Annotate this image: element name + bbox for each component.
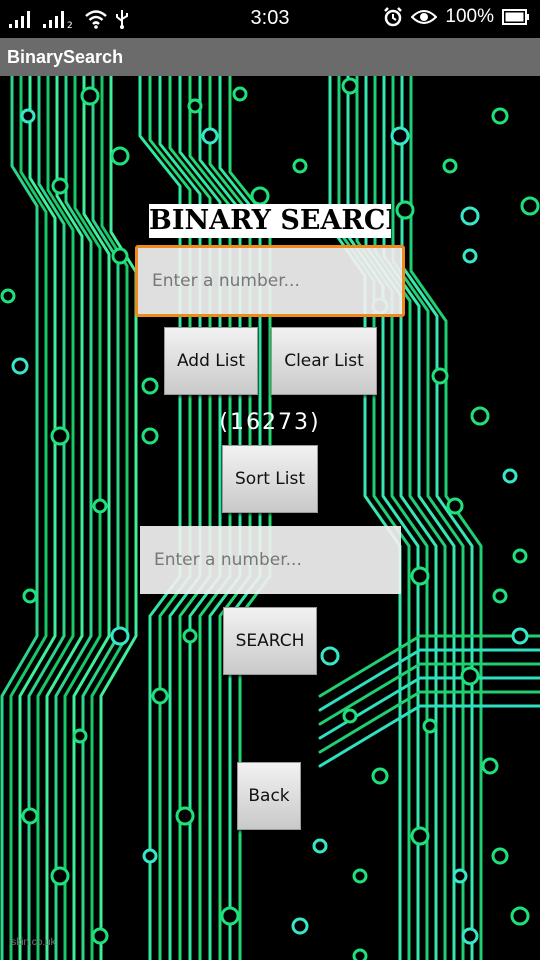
circuit-pad <box>431 367 449 385</box>
circuit-pad <box>250 186 270 206</box>
app-title: BinarySearch <box>7 47 124 67</box>
circuit-pad <box>111 247 129 265</box>
circuit-pad <box>461 927 479 945</box>
circuit-trace <box>318 648 540 712</box>
circuit-pad <box>481 757 499 775</box>
circuit-pad <box>390 126 410 146</box>
status-bar: 2 3:03 100% <box>0 0 540 38</box>
eye-icon <box>411 10 438 24</box>
circuit-trace <box>318 634 540 698</box>
circuit-pad <box>442 158 458 174</box>
circuit-pad <box>291 917 309 935</box>
circuit-pad <box>422 718 438 734</box>
alarm-icon <box>384 7 403 27</box>
circuit-pad <box>460 206 480 226</box>
circuit-pad <box>410 826 430 846</box>
image-credit: iskin.co.uk <box>9 937 56 948</box>
list-display: (16273) <box>219 410 321 435</box>
circuit-pad <box>395 200 415 220</box>
back-button[interactable]: Back <box>237 762 301 830</box>
circuit-pad <box>0 288 16 304</box>
circuit-pad <box>51 177 69 195</box>
circuit-pad <box>142 848 158 864</box>
battery-percent: 100% <box>445 6 494 27</box>
circuit-pad <box>352 868 368 884</box>
sort-list-button[interactable]: Sort List <box>222 445 318 513</box>
circuit-pad <box>511 627 529 645</box>
circuit-pad <box>21 807 39 825</box>
circuit-pad <box>491 847 509 865</box>
circuit-pad <box>292 158 308 174</box>
search-button[interactable]: SEARCH <box>223 607 317 675</box>
circuit-pad <box>141 377 159 395</box>
circuit-pad <box>341 77 359 95</box>
circuit-pad <box>520 196 540 216</box>
circuit-pad <box>110 626 130 646</box>
circuit-pad <box>512 548 528 564</box>
circuit-pad <box>72 728 88 744</box>
circuit-pad <box>491 107 509 125</box>
circuit-pad <box>182 628 198 644</box>
circuit-pad <box>110 146 130 166</box>
add-list-button[interactable]: Add List <box>164 327 258 395</box>
page-title: BINARY SEARCH <box>149 204 391 238</box>
circuit-pad <box>342 708 358 724</box>
circuit-pad <box>446 497 464 515</box>
circuit-pad <box>410 566 430 586</box>
circuit-pad <box>502 468 518 484</box>
circuit-pad <box>50 866 70 886</box>
circuit-pad <box>187 98 203 114</box>
circuit-pad <box>151 687 169 705</box>
circuit-pad <box>452 868 468 884</box>
circuit-pad <box>80 86 100 106</box>
circuit-pad <box>91 927 109 945</box>
circuit-pad <box>462 248 478 264</box>
add-number-input[interactable] <box>135 245 405 317</box>
circuit-pad <box>352 948 368 960</box>
app-title-bar: BinarySearch <box>0 38 540 76</box>
circuit-pad <box>175 806 195 826</box>
circuit-pad <box>510 906 530 926</box>
clear-list-button[interactable]: Clear List <box>271 327 377 395</box>
status-icons-right: 100% <box>383 6 530 28</box>
circuit-pad <box>232 86 248 102</box>
circuit-pad <box>220 906 240 926</box>
battery-icon <box>502 9 529 25</box>
circuit-pad <box>460 666 480 686</box>
circuit-pad <box>371 767 389 785</box>
circuit-pad <box>312 838 328 854</box>
circuit-pad <box>22 588 38 604</box>
search-number-input[interactable] <box>140 526 401 594</box>
circuit-pad <box>201 127 219 145</box>
circuit-pad <box>92 498 108 514</box>
circuit-pad <box>492 588 508 604</box>
circuit-pad <box>11 357 29 375</box>
circuit-pad <box>320 646 340 666</box>
circuit-pad <box>20 108 36 124</box>
